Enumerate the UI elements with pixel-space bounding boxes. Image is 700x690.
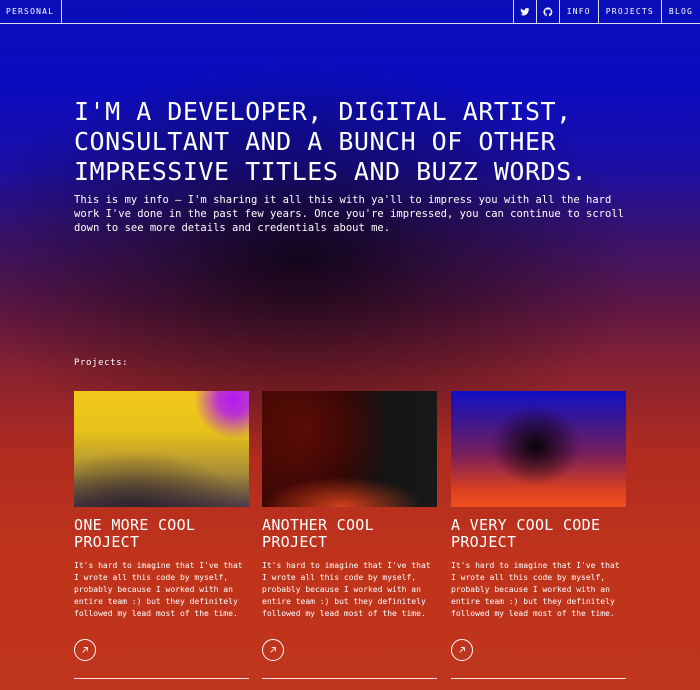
open-project-button[interactable]	[74, 639, 96, 661]
hero-text: This is my info — I'm sharing it all thi…	[74, 194, 624, 234]
arrow-up-right-icon	[82, 647, 88, 653]
arrow-up-right-icon	[270, 647, 276, 653]
divider	[74, 678, 249, 679]
nav-link-projects[interactable]: PROJECTS	[597, 0, 661, 23]
project-description: It's hard to imagine that I've that I wr…	[262, 561, 431, 618]
project-cards: ONE MORE COOL PROJECT It's hard to imagi…	[74, 391, 626, 690]
project-description: It's hard to imagine that I've that I wr…	[451, 561, 620, 618]
brand-link[interactable]: PERSONAL	[0, 0, 62, 23]
project-title: A VERY COOL CODE PROJECT	[451, 516, 601, 551]
project-image[interactable]	[74, 391, 249, 507]
nav-right-group: INFO PROJECTS BLOG	[512, 0, 700, 23]
project-title: ONE MORE COOL PROJECT	[74, 516, 196, 551]
projects-label: Projects:	[74, 358, 129, 368]
divider	[262, 678, 437, 679]
project-image[interactable]	[262, 391, 437, 507]
open-project-button[interactable]	[262, 639, 284, 661]
hero-title: I'M A DEVELOPER, DIGITAL ARTIST, CONSULT…	[74, 97, 588, 186]
github-icon[interactable]	[535, 0, 559, 23]
project-title: ANOTHER COOL PROJECT	[262, 516, 374, 551]
project-image[interactable]	[451, 391, 626, 507]
project-card: ONE MORE COOL PROJECT It's hard to imagi…	[74, 391, 249, 690]
nav-link-blog[interactable]: BLOG	[660, 0, 700, 23]
project-card: A VERY COOL CODE PROJECT It's hard to im…	[451, 391, 626, 690]
top-nav-bar: PERSONAL INFO PROJECTS BLOG	[0, 0, 700, 24]
arrow-up-right-icon	[459, 647, 465, 653]
open-project-button[interactable]	[451, 639, 473, 661]
twitter-icon[interactable]	[512, 0, 536, 23]
divider	[451, 678, 626, 679]
nav-link-info[interactable]: INFO	[558, 0, 598, 23]
project-card: ANOTHER COOL PROJECT It's hard to imagin…	[262, 391, 437, 690]
project-description: It's hard to imagine that I've that I wr…	[74, 561, 243, 618]
